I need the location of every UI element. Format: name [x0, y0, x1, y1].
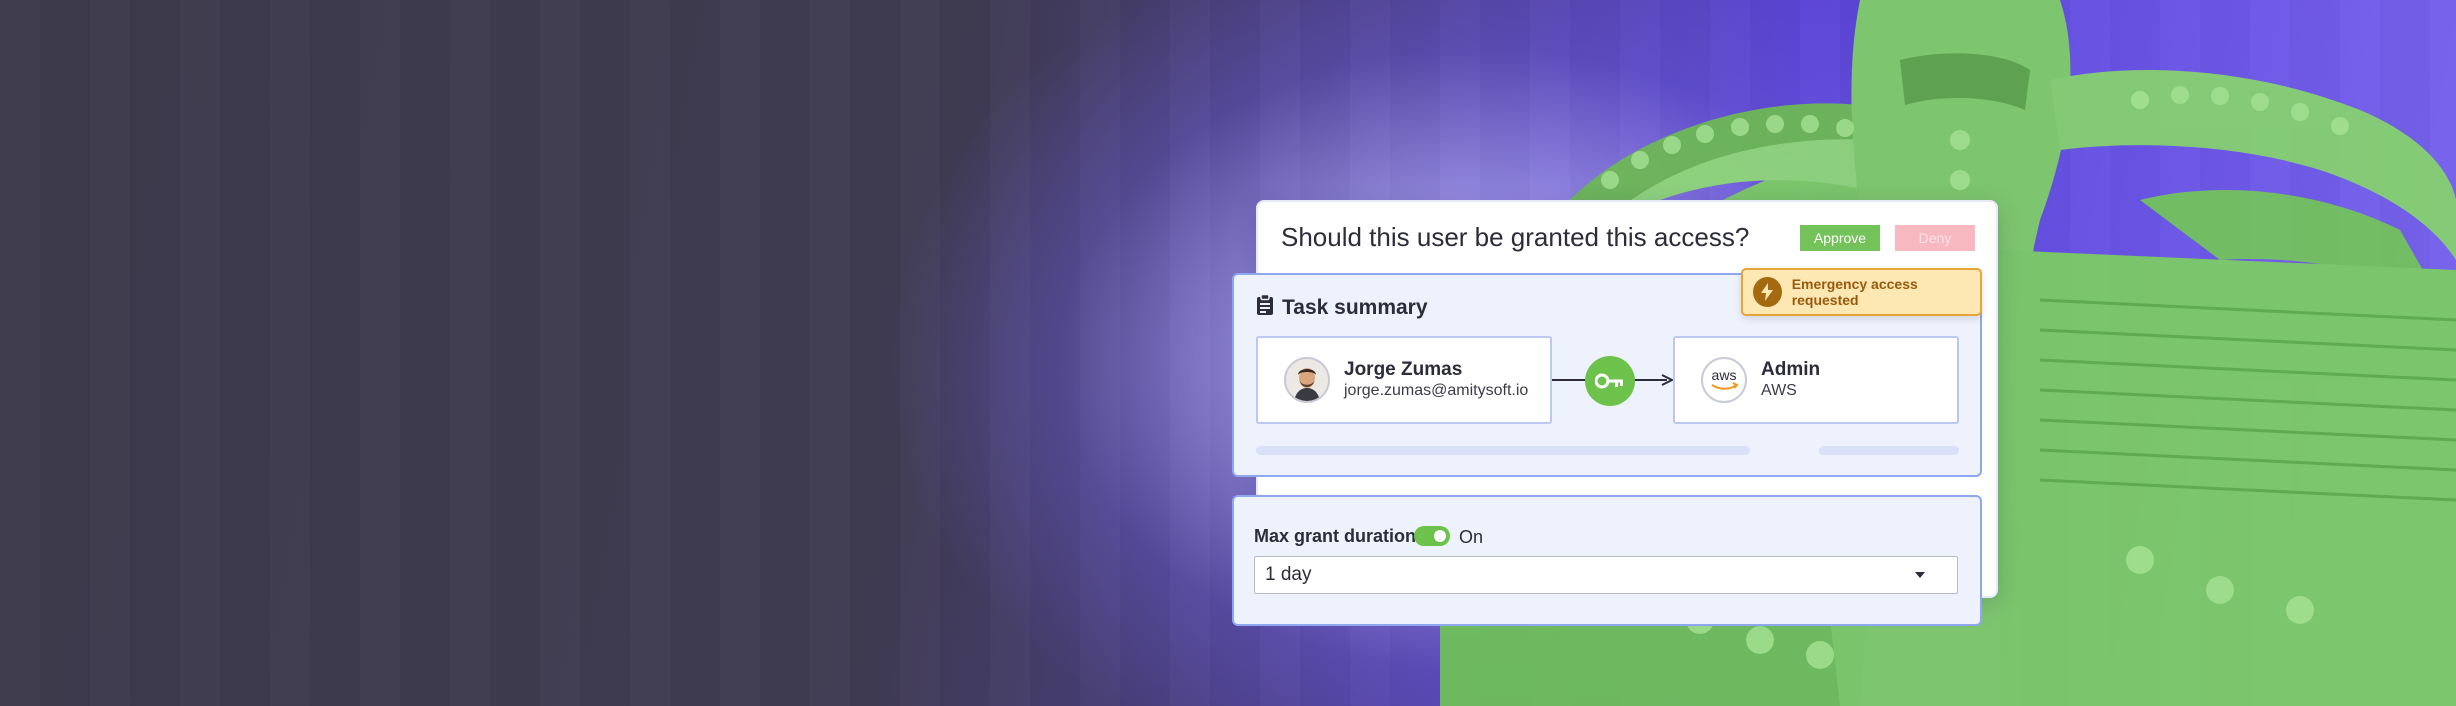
aws-logo-icon: aws	[1701, 357, 1747, 403]
task-summary-heading: Task summary	[1256, 293, 1428, 322]
approve-button[interactable]: Approve	[1800, 225, 1880, 251]
target-provider: AWS	[1761, 382, 1797, 399]
target-resource: aws Admin AWS	[1673, 336, 1959, 424]
request-question: Should this user be granted this access?	[1281, 222, 1750, 252]
duration-select[interactable]: 1 day	[1254, 556, 1958, 594]
avatar	[1284, 357, 1330, 403]
task-summary-title: Task summary	[1282, 296, 1428, 319]
key-icon	[1585, 356, 1635, 406]
deny-button[interactable]: Deny	[1895, 225, 1975, 251]
loading-placeholder	[1819, 446, 1959, 455]
loading-placeholder	[1256, 446, 1750, 455]
clipboard-icon	[1256, 293, 1274, 322]
duration-toggle[interactable]	[1414, 526, 1450, 546]
user-email: jorge.zumas@amitysoft.io	[1344, 382, 1529, 399]
toggle-knob	[1434, 530, 1446, 542]
lightning-icon	[1753, 277, 1782, 307]
emergency-badge: Emergency access requested	[1741, 268, 1982, 316]
caret-down-icon	[1915, 572, 1925, 578]
requesting-user: Jorge Zumas jorge.zumas@amitysoft.io	[1256, 336, 1552, 424]
user-name: Jorge Zumas	[1344, 359, 1463, 380]
aws-logo-text: aws	[1712, 367, 1737, 383]
duration-selected-value: 1 day	[1265, 564, 1312, 585]
emergency-label: Emergency access requested	[1791, 276, 1918, 308]
duration-label: Max grant duration	[1254, 526, 1417, 546]
toggle-state-label: On	[1459, 527, 1484, 547]
target-role: Admin	[1761, 359, 1821, 380]
